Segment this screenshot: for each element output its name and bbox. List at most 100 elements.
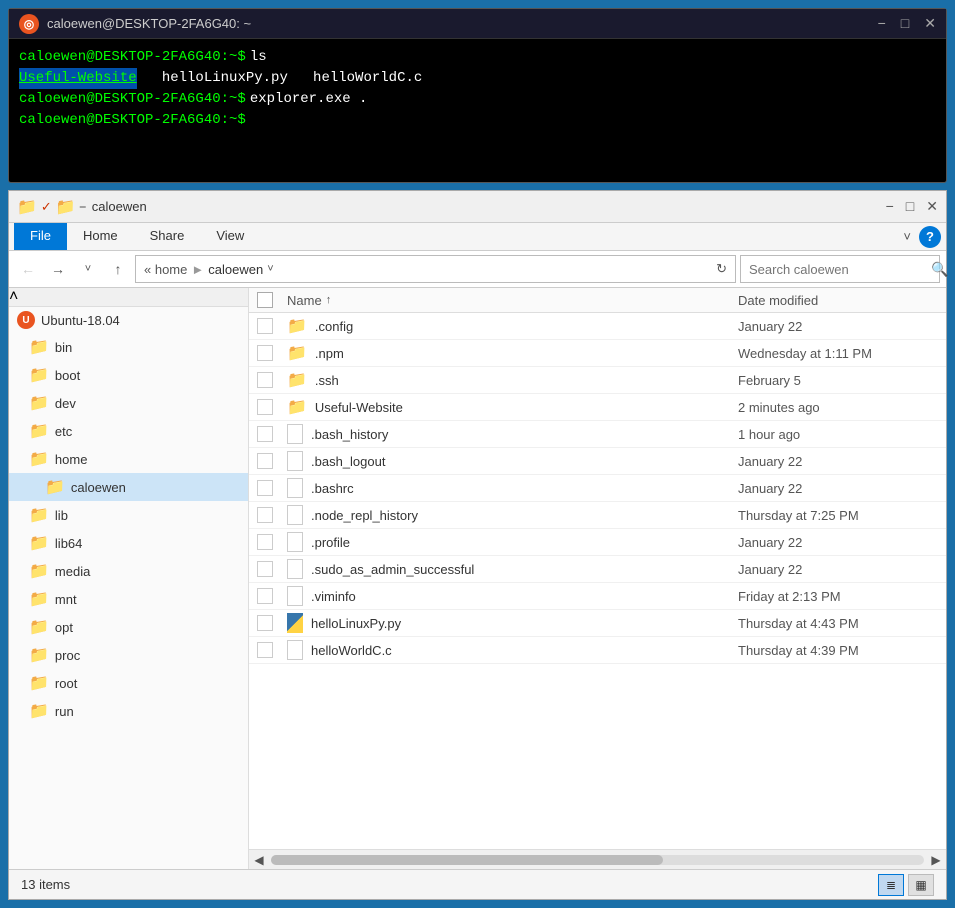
file-label-bash-history: .bash_history — [311, 427, 388, 442]
file-row-useful-website[interactable]: 📁 Useful-Website 2 minutes ago — [249, 394, 946, 421]
terminal-close-button[interactable]: ✕ — [924, 15, 936, 32]
scroll-track[interactable] — [271, 855, 924, 865]
file-check-hellolinuxpy[interactable] — [257, 615, 273, 631]
sidebar-item-media[interactable]: 📁 media — [9, 557, 248, 585]
nav-up-button[interactable]: ↑ — [105, 256, 131, 282]
file-check-helloworldc[interactable] — [257, 642, 273, 658]
file-check-bash-history[interactable] — [257, 426, 273, 442]
ribbon-tab-view[interactable]: View — [200, 223, 260, 250]
address-bar[interactable]: « home ► caloewen ˅ ↻ — [135, 255, 736, 283]
folder-icon-proc: 📁 — [29, 645, 49, 665]
titlebar-dash: ⎯ — [80, 199, 86, 214]
ribbon-tab-home[interactable]: Home — [67, 223, 134, 250]
terminal-line-4: caloewen@DESKTOP-2FA6G40:~$ — [19, 110, 936, 131]
terminal-titlebar: ◎ caloewen@DESKTOP-2FA6G40: ~ − □ ✕ — [9, 9, 946, 39]
view-large-icons-button[interactable]: ▦ — [908, 874, 934, 896]
address-dropdown-arrow[interactable]: ˅ — [267, 263, 273, 275]
sidebar-item-home[interactable]: 📁 home — [9, 445, 248, 473]
sidebar-item-root[interactable]: 📁 root — [9, 669, 248, 697]
horizontal-scrollbar[interactable]: ◀ ▶ — [249, 849, 946, 869]
ribbon-tab-share[interactable]: Share — [134, 223, 201, 250]
file-date-useful-website: 2 minutes ago — [738, 400, 938, 415]
file-check-bashrc[interactable] — [257, 480, 273, 496]
explorer-close-button[interactable]: ✕ — [926, 198, 938, 215]
file-check-node-repl[interactable] — [257, 507, 273, 523]
ubuntu-icon: ◎ — [19, 14, 39, 34]
file-row-sudo[interactable]: .sudo_as_admin_successful January 22 — [249, 556, 946, 583]
header-checkbox[interactable] — [257, 292, 273, 308]
nav-back-button[interactable]: ← — [15, 256, 41, 282]
search-input[interactable] — [749, 262, 925, 277]
terminal-minimize-button[interactable]: − — [878, 15, 886, 32]
sidebar-item-bin[interactable]: 📁 bin — [9, 333, 248, 361]
sidebar-item-etc[interactable]: 📁 etc — [9, 417, 248, 445]
folder-icon-bin: 📁 — [29, 337, 49, 357]
ribbon-expand-button[interactable]: ˅ — [895, 224, 919, 249]
sidebar-item-dev[interactable]: 📁 dev — [9, 389, 248, 417]
header-name-col[interactable]: Name ↑ — [287, 293, 738, 308]
sidebar-item-caloewen[interactable]: 📁 caloewen — [9, 473, 248, 501]
file-row-npm[interactable]: 📁 .npm Wednesday at 1:11 PM — [249, 340, 946, 367]
file-date-bash-logout: January 22 — [738, 454, 938, 469]
file-row-bash-logout[interactable]: .bash_logout January 22 — [249, 448, 946, 475]
file-label-node-repl: .node_repl_history — [311, 508, 418, 523]
file-check-ssh[interactable] — [257, 372, 273, 388]
ribbon-tab-file[interactable]: File — [14, 223, 67, 250]
folder-icon-dev: 📁 — [29, 393, 49, 413]
folder-icon-mnt: 📁 — [29, 589, 49, 609]
ribbon-tabs: File Home Share View ˅ ? — [9, 223, 946, 250]
terminal-link-useful-website[interactable]: Useful-Website — [19, 68, 137, 89]
file-row-node-repl[interactable]: .node_repl_history Thursday at 7:25 PM — [249, 502, 946, 529]
file-name-viminfo: .viminfo — [287, 586, 738, 606]
sidebar-item-boot[interactable]: 📁 boot — [9, 361, 248, 389]
sidebar-item-ubuntu[interactable]: U Ubuntu-18.04 — [9, 307, 248, 333]
file-row-ssh[interactable]: 📁 .ssh February 5 — [249, 367, 946, 394]
header-date-col[interactable]: Date modified — [738, 293, 938, 308]
explorer-maximize-button[interactable]: □ — [906, 198, 914, 215]
folder-icon-ssh: 📁 — [287, 370, 307, 390]
file-row-bashrc[interactable]: .bashrc January 22 — [249, 475, 946, 502]
file-label-viminfo: .viminfo — [311, 589, 356, 604]
file-date-hellolinuxpy: Thursday at 4:43 PM — [738, 616, 938, 631]
sidebar-item-lib64[interactable]: 📁 lib64 — [9, 529, 248, 557]
file-row-hellolinuxpy[interactable]: helloLinuxPy.py Thursday at 4:43 PM — [249, 610, 946, 637]
sidebar-item-lib[interactable]: 📁 lib — [9, 501, 248, 529]
sidebar-item-proc[interactable]: 📁 proc — [9, 641, 248, 669]
sidebar-scroll-up[interactable]: ˄ — [9, 288, 248, 307]
file-check-config[interactable] — [257, 318, 273, 334]
file-row-helloworldc[interactable]: helloWorldC.c Thursday at 4:39 PM — [249, 637, 946, 664]
nav-forward-button[interactable]: → — [45, 256, 71, 282]
file-check-bash-logout[interactable] — [257, 453, 273, 469]
scroll-thumb[interactable] — [271, 855, 663, 865]
address-refresh-button[interactable]: ↻ — [716, 261, 727, 277]
sidebar-item-opt[interactable]: 📁 opt — [9, 613, 248, 641]
status-bar: 13 items ≣ ▦ — [9, 869, 946, 899]
file-check-viminfo[interactable] — [257, 588, 273, 604]
file-row-viminfo[interactable]: .viminfo Friday at 2:13 PM — [249, 583, 946, 610]
terminal-maximize-button[interactable]: □ — [901, 15, 909, 32]
address-separator: ► — [191, 262, 204, 277]
scroll-right-button[interactable]: ▶ — [926, 853, 946, 867]
search-bar[interactable]: 🔍 — [740, 255, 940, 283]
nav-recent-button[interactable]: ˅ — [75, 256, 101, 282]
ribbon-help-button[interactable]: ? — [919, 226, 941, 248]
sidebar-label-home: home — [55, 452, 88, 467]
file-check-useful-website[interactable] — [257, 399, 273, 415]
file-row-config[interactable]: 📁 .config January 22 — [249, 313, 946, 340]
file-check-npm[interactable] — [257, 345, 273, 361]
file-check-profile[interactable] — [257, 534, 273, 550]
ubuntu-small-icon: U — [17, 311, 35, 329]
explorer-minimize-button[interactable]: − — [886, 198, 894, 215]
scroll-left-button[interactable]: ◀ — [249, 853, 269, 867]
file-list: 📁 .config January 22 📁 .npm Wednesday at… — [249, 313, 946, 849]
file-row-bash-history[interactable]: .bash_history 1 hour ago — [249, 421, 946, 448]
search-icon[interactable]: 🔍 — [931, 261, 948, 278]
file-check-sudo[interactable] — [257, 561, 273, 577]
sidebar-label-lib: lib — [55, 508, 68, 523]
terminal-line-1: caloewen@DESKTOP-2FA6G40:~$ ls — [19, 47, 936, 68]
sidebar-item-run[interactable]: 📁 run — [9, 697, 248, 725]
file-row-profile[interactable]: .profile January 22 — [249, 529, 946, 556]
file-icon-helloworldc — [287, 640, 303, 660]
view-details-button[interactable]: ≣ — [878, 874, 904, 896]
sidebar-item-mnt[interactable]: 📁 mnt — [9, 585, 248, 613]
